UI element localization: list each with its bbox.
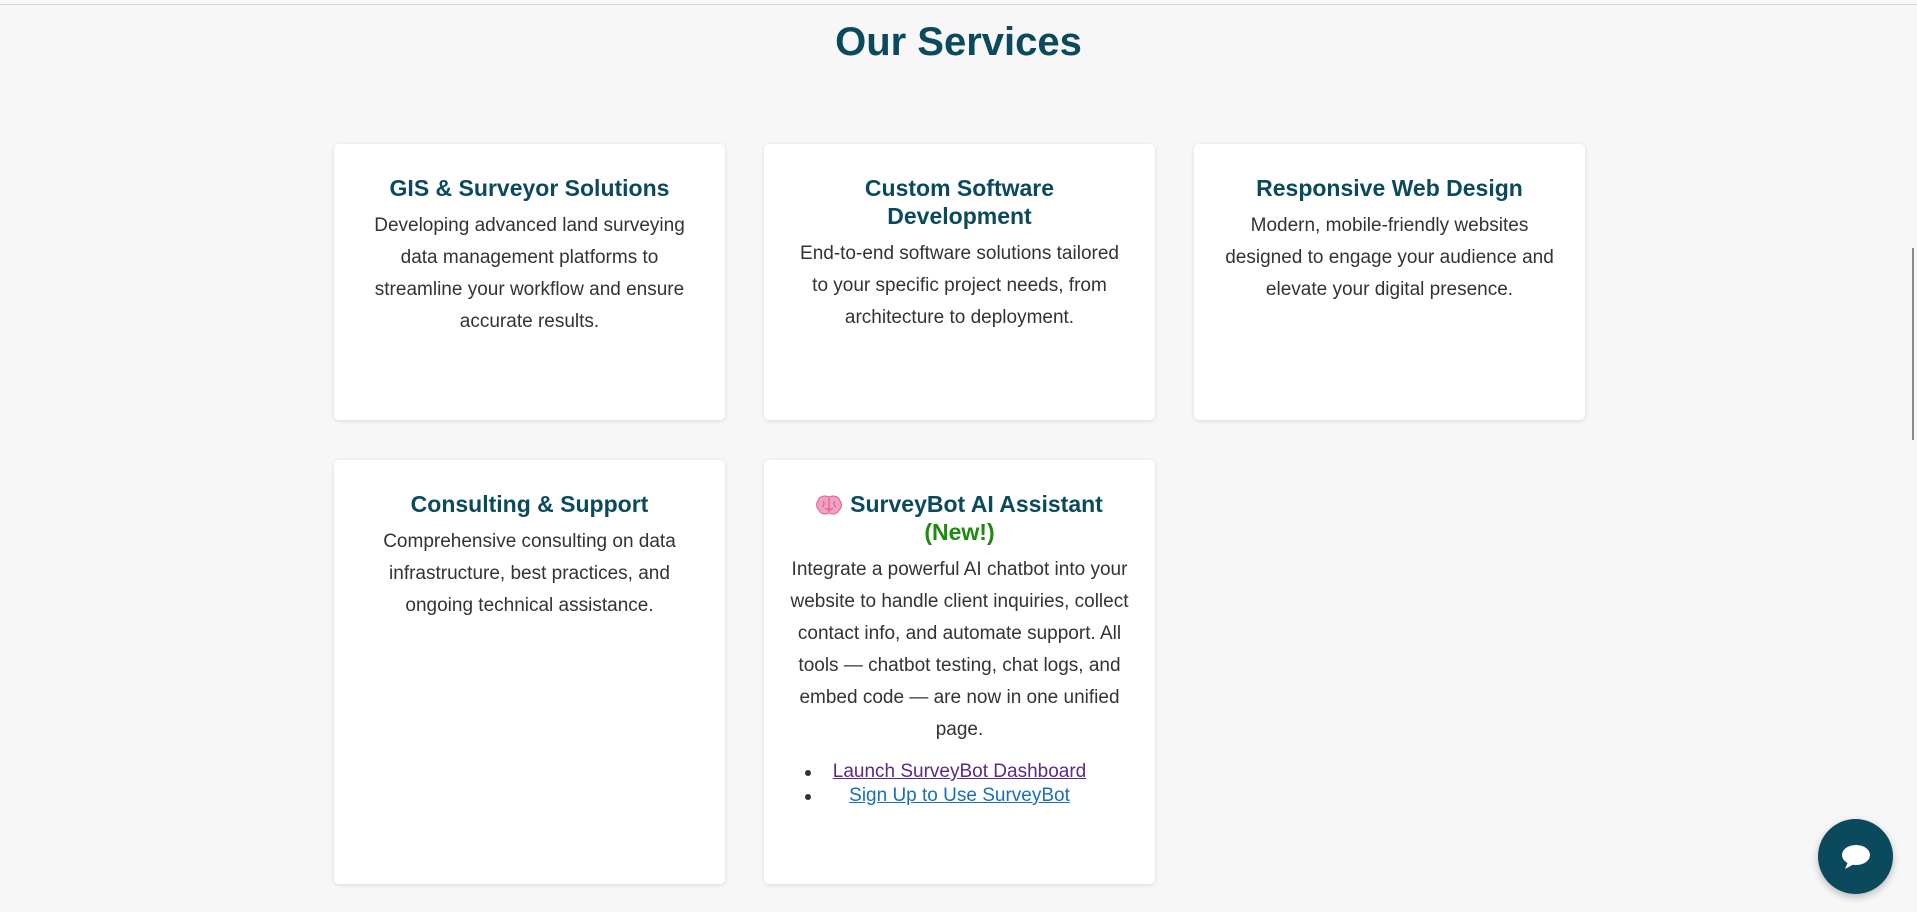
page-title: Our Services [835, 20, 1082, 64]
list-item: Sign Up to Use SurveyBot [790, 784, 1129, 808]
card-description: Integrate a powerful AI chatbot into you… [790, 559, 1129, 740]
signup-link[interactable]: Sign Up to Use SurveyBot [849, 785, 1070, 806]
scrollbar-thumb[interactable] [1912, 248, 1914, 440]
card-title: SurveyBot AI Assistant (New!) [790, 490, 1129, 546]
list-item: Launch SurveyBot Dashboard [790, 760, 1129, 784]
card-description: Modern, mobile-friendly websites designe… [1225, 215, 1554, 300]
launch-dashboard-link[interactable]: Launch SurveyBot Dashboard [833, 761, 1087, 782]
card-description: End-to-end software solutions tailored t… [800, 243, 1119, 328]
service-card-custom-software: Custom Software Development End-to-end s… [764, 144, 1155, 420]
service-card-gis: GIS & Surveyor Solutions Developing adva… [334, 144, 725, 420]
card-title: Consulting & Support [410, 491, 649, 517]
surveybot-links: Launch SurveyBot Dashboard Sign Up to Us… [790, 760, 1129, 808]
service-card-consulting: Consulting & Support Comprehensive consu… [334, 460, 725, 884]
service-card-web-design: Responsive Web Design Modern, mobile-fri… [1194, 144, 1585, 420]
chat-bubble-icon [1842, 845, 1870, 869]
card-title: Custom Software Development [864, 175, 1055, 229]
chat-widget-button[interactable] [1818, 819, 1893, 894]
card-description: Comprehensive consulting on data infrast… [383, 531, 676, 616]
services-page: Our Services GIS & Surveyor Solutions De… [0, 0, 1917, 912]
brain-icon [816, 493, 843, 515]
card-description: Developing advanced land surveying data … [374, 215, 685, 332]
top-divider [0, 4, 1917, 5]
card-title-text: SurveyBot AI Assistant [850, 491, 1103, 517]
service-card-surveybot: SurveyBot AI Assistant (New!) Integrate … [764, 460, 1155, 884]
card-title: Responsive Web Design [1256, 175, 1523, 201]
new-badge: (New!) [924, 519, 995, 545]
card-title: GIS & Surveyor Solutions [389, 175, 670, 201]
